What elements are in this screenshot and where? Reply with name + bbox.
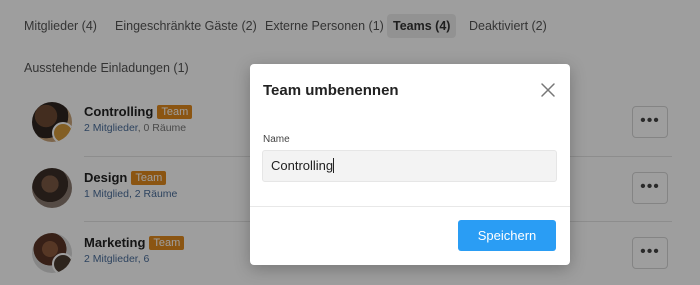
team-name-input-value: Controlling bbox=[271, 158, 334, 173]
close-icon[interactable] bbox=[540, 82, 556, 98]
name-field-label: Name bbox=[263, 134, 290, 145]
rename-team-dialog: Team umbenennen Name Controlling Speiche… bbox=[250, 64, 570, 265]
text-caret bbox=[333, 158, 335, 173]
dialog-title: Team umbenennen bbox=[263, 82, 399, 99]
team-name-input[interactable]: Controlling bbox=[262, 150, 557, 182]
save-button[interactable]: Speichern bbox=[458, 220, 556, 251]
dialog-divider bbox=[250, 206, 570, 207]
